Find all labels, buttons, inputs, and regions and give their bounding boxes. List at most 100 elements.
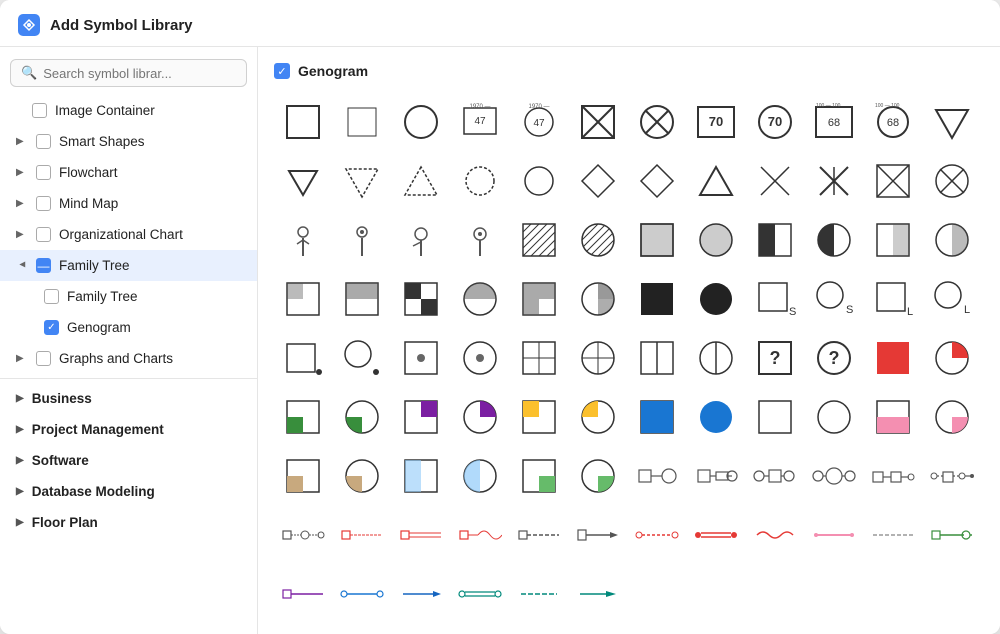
symbol-purple-pie[interactable] [451, 388, 508, 445]
symbol-half-black-circle-left[interactable] [805, 211, 862, 268]
symbol-diamond[interactable] [569, 152, 626, 209]
sidebar-item-org-chart[interactable]: ▶ Organizational Chart [0, 219, 257, 250]
symbol-green-quad-circle[interactable] [569, 447, 626, 504]
symbol-triangle-up-dashed[interactable] [392, 152, 449, 209]
symbol-circle-s[interactable]: S [805, 270, 862, 327]
symbol-purple-square[interactable] [392, 388, 449, 445]
symbol-red-conn-1[interactable] [628, 506, 685, 563]
symbol-connector-1[interactable] [628, 447, 685, 504]
symbol-pink-half-square[interactable] [864, 388, 921, 445]
symbol-line-connector-3[interactable] [392, 506, 449, 563]
checkbox-genogram[interactable]: ✓ [44, 320, 59, 335]
checkbox-flowchart[interactable] [36, 165, 51, 180]
symbol-blue-conn[interactable] [333, 565, 390, 622]
symbol-dense-hatch-square[interactable] [628, 211, 685, 268]
symbol-x-crossed[interactable] [805, 152, 862, 209]
symbol-blue-square[interactable] [628, 388, 685, 445]
symbol-square-l[interactable]: L [864, 270, 921, 327]
symbol-half-black-circle-right[interactable] [923, 211, 980, 268]
symbol-purple-conn[interactable] [274, 565, 331, 622]
symbol-circle-l[interactable]: L [923, 270, 980, 327]
symbol-green-conn[interactable] [923, 506, 980, 563]
symbol-line-connector-6[interactable] [569, 506, 626, 563]
checkbox-image-container[interactable] [32, 103, 47, 118]
symbol-triangle-up[interactable] [687, 152, 744, 209]
symbol-diamond-2[interactable] [628, 152, 685, 209]
symbol-circle-filled-small[interactable] [510, 152, 567, 209]
symbol-yellow-pie[interactable] [569, 388, 626, 445]
symbol-circle-dot[interactable] [333, 329, 390, 386]
symbol-question-square[interactable]: ? [746, 329, 803, 386]
symbol-half-circle-top[interactable] [451, 270, 508, 327]
symbol-circle-age-47[interactable]: 471970 — [510, 93, 567, 150]
symbol-circle-68[interactable]: 68100 — 100 [864, 93, 921, 150]
symbol-hatch-circle[interactable] [569, 211, 626, 268]
sidebar-section-project-mgmt[interactable]: ▶ Project Management [0, 414, 257, 445]
search-input[interactable] [43, 66, 236, 81]
symbol-cross-square[interactable] [864, 152, 921, 209]
symbol-quarter-square-2x2[interactable] [392, 270, 449, 327]
search-wrap[interactable]: 🔍 [10, 59, 247, 87]
symbol-red-pie-circle[interactable] [923, 329, 980, 386]
symbol-square-70[interactable]: 70 [687, 93, 744, 150]
symbol-blue-arr[interactable] [392, 565, 449, 622]
symbol-red-square[interactable] [864, 329, 921, 386]
symbol-plant-3[interactable] [392, 211, 449, 268]
sidebar-section-floor-plan[interactable]: ▶ Floor Plan [0, 507, 257, 538]
sidebar-item-mind-map[interactable]: ▶ Mind Map [0, 188, 257, 219]
symbol-yellow-square[interactable] [510, 388, 567, 445]
sidebar-item-graphs[interactable]: ▶ Graphs and Charts [0, 343, 257, 374]
symbol-teal-dash[interactable] [510, 565, 567, 622]
symbol-line-connector-2[interactable] [333, 506, 390, 563]
symbol-full-black-square[interactable] [628, 270, 685, 327]
symbol-quarter-square-1[interactable] [274, 270, 331, 327]
symbol-white-circle[interactable] [805, 388, 862, 445]
sidebar-item-smart-shapes[interactable]: ▶ Smart Shapes [0, 126, 257, 157]
symbol-white-square[interactable] [746, 388, 803, 445]
symbol-plant-2[interactable] [333, 211, 390, 268]
symbol-question-circle[interactable]: ? [805, 329, 862, 386]
symbol-square-center-dot[interactable] [392, 329, 449, 386]
symbol-plant-4[interactable] [451, 211, 508, 268]
symbol-vsplit-circle[interactable] [687, 329, 744, 386]
symbol-blue-quarter-circle[interactable] [451, 447, 508, 504]
symbol-square[interactable] [274, 93, 331, 150]
symbol-pink-pie-circle[interactable] [923, 388, 980, 445]
symbol-circle-pie[interactable] [569, 270, 626, 327]
symbol-green-square[interactable] [274, 388, 331, 445]
sidebar-item-image-container[interactable]: Image Container [0, 95, 257, 126]
sidebar-section-business[interactable]: ▶ Business [0, 383, 257, 414]
symbol-vsplit-square[interactable] [628, 329, 685, 386]
symbol-dense-hatch-circle[interactable] [687, 211, 744, 268]
symbol-triangle-down-variant[interactable] [274, 152, 331, 209]
symbol-connector-5[interactable] [864, 447, 921, 504]
symbol-full-black-circle[interactable] [687, 270, 744, 327]
checkbox-family-tree[interactable]: — [36, 258, 51, 273]
symbol-triangle-dashed[interactable] [333, 152, 390, 209]
symbol-tan-circle[interactable] [333, 447, 390, 504]
symbol-teal-arrow[interactable] [569, 565, 626, 622]
symbol-half-black-square-left[interactable] [746, 211, 803, 268]
symbol-square-4quad[interactable] [510, 329, 567, 386]
symbol-red-wavy[interactable] [746, 506, 803, 563]
symbol-square-dot[interactable] [274, 329, 331, 386]
symbol-circle-x[interactable] [628, 93, 685, 150]
symbol-grey-dashes[interactable] [864, 506, 921, 563]
symbol-connector-6[interactable] [923, 447, 980, 504]
checkbox-org-chart[interactable] [36, 227, 51, 242]
symbol-line-connector-4[interactable] [451, 506, 508, 563]
symbol-green-pie[interactable] [333, 388, 390, 445]
symbol-blue-circle[interactable] [687, 388, 744, 445]
symbol-circle[interactable] [392, 93, 449, 150]
symbol-circle-4quad[interactable] [569, 329, 626, 386]
symbol-plant-1[interactable] [274, 211, 331, 268]
symbol-square-age-47[interactable]: 471970 — [451, 93, 508, 150]
symbol-circle-dashed[interactable] [451, 152, 508, 209]
symbol-square-s[interactable]: S [746, 270, 803, 327]
symbol-square-68[interactable]: 68100 — 100 [805, 93, 862, 150]
sidebar-section-software[interactable]: ▶ Software [0, 445, 257, 476]
symbol-connector-3[interactable] [746, 447, 803, 504]
panel-checkbox[interactable]: ✓ [274, 63, 290, 79]
checkbox-family-tree-sub[interactable] [44, 289, 59, 304]
symbol-connector-4[interactable] [805, 447, 862, 504]
